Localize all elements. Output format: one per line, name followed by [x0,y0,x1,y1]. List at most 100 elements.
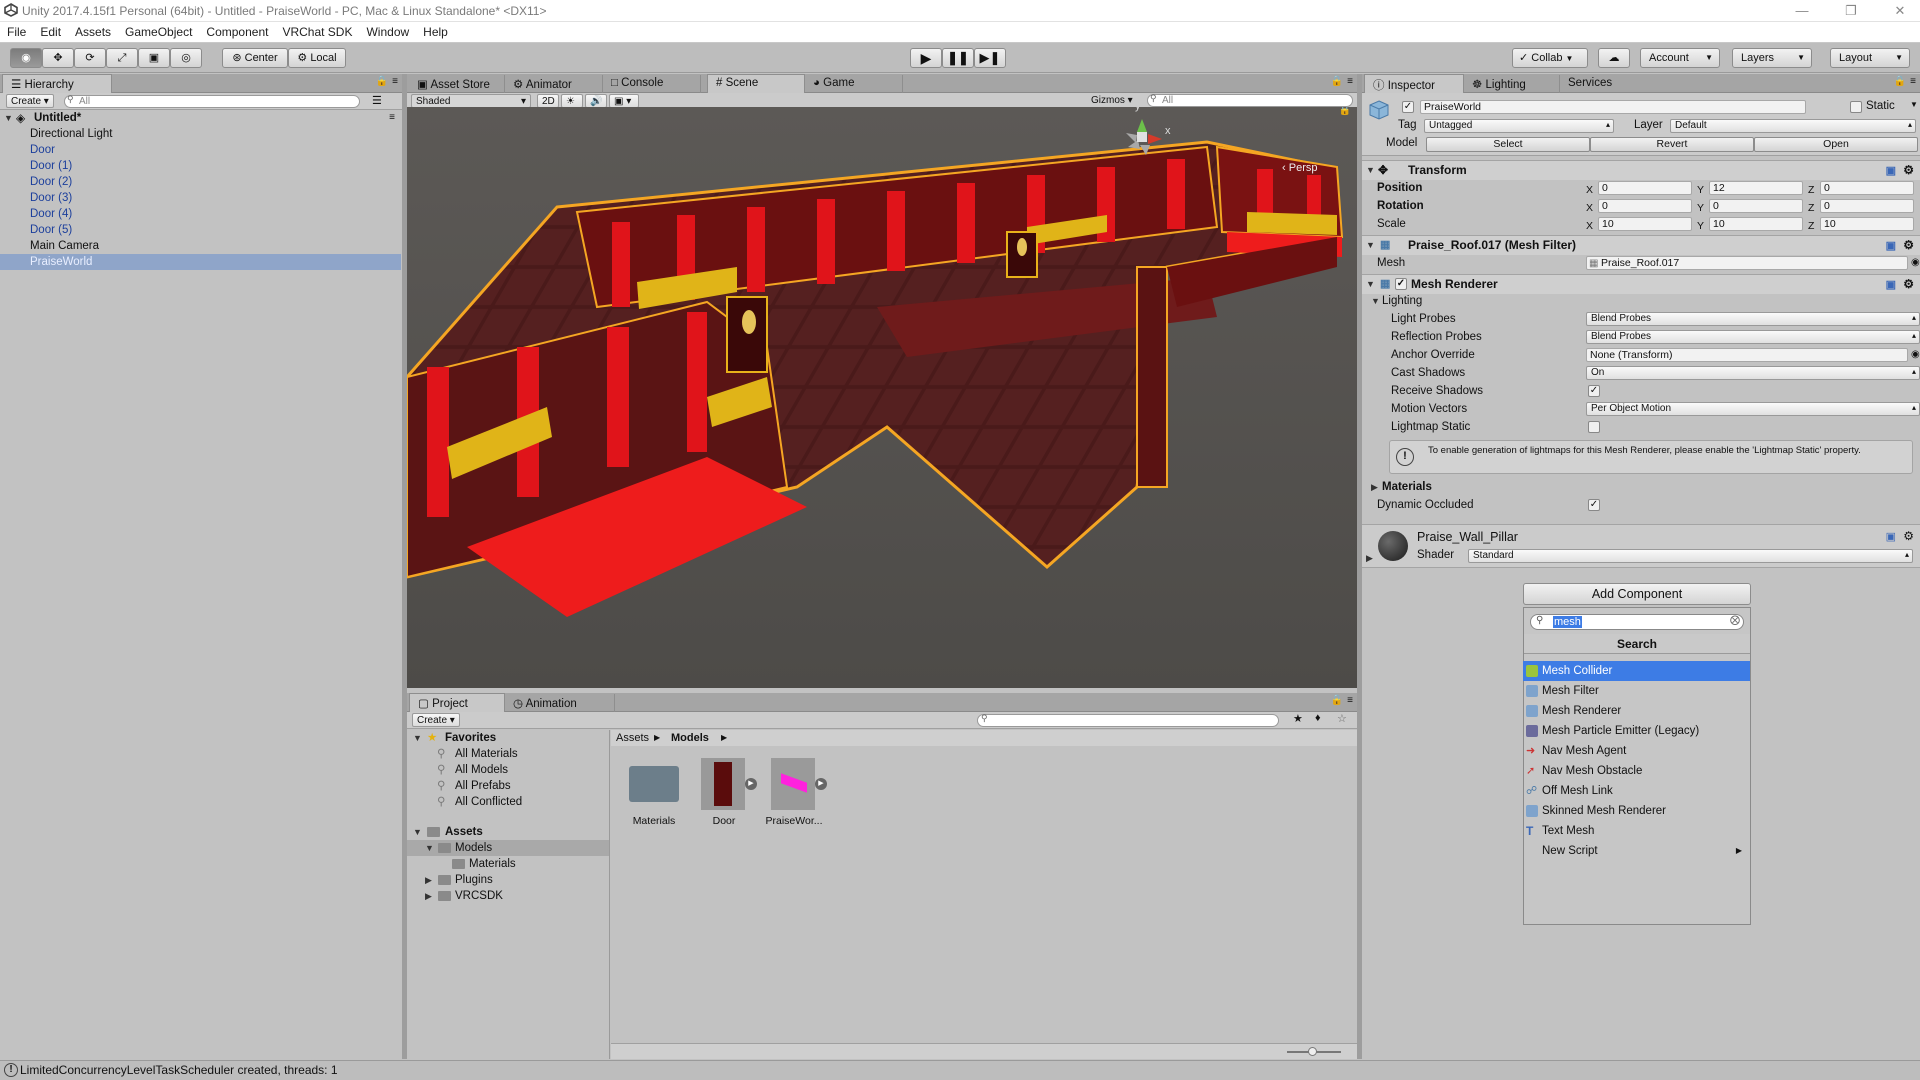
mesh-filter-header[interactable]: ▼ ▦ Praise_Roof.017 (Mesh Filter) ▣ ⚙ [1362,235,1920,255]
add-component-button[interactable]: Add Component [1523,583,1751,605]
hierarchy-search-input[interactable]: All [64,95,360,108]
restore-icon[interactable]: ❐ [1836,2,1866,20]
model-select-button[interactable]: Select [1426,137,1590,152]
layer-dropdown[interactable]: Default [1670,119,1916,133]
tab-asset-store[interactable]: ▣ Asset Store [409,75,505,93]
collab-button[interactable]: ✓ Collab ▼ [1512,48,1588,68]
asset-praiseworld[interactable]: ▶ PraiseWor... [761,758,827,830]
label-icon[interactable]: ♦ [1315,712,1321,724]
asset-materials-folder[interactable]: Materials [627,760,681,830]
breadcrumb-assets[interactable]: Assets [616,730,649,746]
mesh-renderer-header[interactable]: ▼ ▦ ✓ Mesh Renderer ▣ ⚙ [1362,274,1920,294]
lock-icon[interactable]: 🔒 [1339,107,1351,116]
hierarchy-item-main-camera[interactable]: Main Camera [0,238,401,254]
tab-scene[interactable]: # Scene [707,74,805,94]
shading-mode-dropdown[interactable]: Shaded ▾ [411,94,531,108]
scale-z-field[interactable]: 10 [1820,217,1914,231]
dropdown-arrow-icon[interactable]: ▼ [1910,100,1918,109]
expand-arrow-icon[interactable]: ▶ [815,778,827,790]
2d-toggle[interactable]: 2D [537,94,559,108]
expand-arrow-icon[interactable]: ▼ [1371,292,1380,310]
rotation-y-field[interactable]: 0 [1709,199,1803,213]
component-option-mesh-renderer[interactable]: Mesh Renderer [1523,701,1750,721]
component-option-text-mesh[interactable]: T Text Mesh [1523,821,1750,841]
object-picker-icon[interactable]: ◉ [1911,346,1920,364]
shader-dropdown[interactable]: Standard [1468,549,1913,563]
expand-arrow-icon[interactable]: ▼ [413,824,422,840]
model-revert-button[interactable]: Revert [1590,137,1754,152]
transform-tool-button[interactable]: ◎ [170,48,202,68]
tab-inspector[interactable]: ⓘ Inspector [1364,74,1464,94]
component-option-skinned-mesh-renderer[interactable]: Skinned Mesh Renderer [1523,801,1750,821]
lightmap-static-checkbox[interactable] [1588,421,1600,433]
tree-item-materials[interactable]: Materials [407,856,609,872]
expand-arrow-icon[interactable]: ▼ [425,840,434,856]
audio-toggle[interactable]: 🔊 [585,94,607,108]
menu-help[interactable]: Help [416,22,455,39]
clear-search-icon[interactable]: ⨂ [1730,615,1740,626]
receive-shadows-checkbox[interactable]: ✓ [1588,385,1600,397]
anchor-override-field[interactable]: None (Transform) [1586,348,1908,362]
menu-gameobject[interactable]: GameObject [118,22,199,39]
account-dropdown[interactable]: Account ▼ [1640,48,1720,68]
hierarchy-item-door-4[interactable]: Door (4) [0,206,401,222]
layers-dropdown[interactable]: Layers ▼ [1732,48,1812,68]
lighting-foldout[interactable]: ▼ Lighting [1367,292,1920,310]
component-option-new-script[interactable]: New Script ▶ [1523,841,1750,861]
active-checkbox[interactable]: ✓ [1402,101,1414,113]
pivot-center-button[interactable]: ⊛ Center [222,48,288,68]
project-create-button[interactable]: Create ▾ [412,713,460,727]
tab-lighting[interactable]: ☸ Lighting [1464,75,1560,93]
menu-file[interactable]: File [0,22,33,39]
position-z-field[interactable]: 0 [1820,181,1914,195]
scene-menu-icon[interactable]: ≡ [389,110,395,126]
menu-assets[interactable]: Assets [68,22,118,39]
tab-game[interactable]: ◕ Game [805,75,903,93]
hierarchy-item-door-5[interactable]: Door (5) [0,222,401,238]
space-local-button[interactable]: ⚙ Local [288,48,346,68]
position-y-field[interactable]: 12 [1709,181,1803,195]
close-icon[interactable]: ✕ [1885,2,1915,20]
collapse-arrow-icon[interactable]: ▶ [1366,553,1373,564]
motion-vectors-dropdown[interactable]: Per Object Motion [1586,402,1920,416]
favorites-header[interactable]: ▼ ★ Favorites [411,730,609,746]
minimize-icon[interactable]: — [1787,2,1817,20]
panel-menu-icon[interactable]: ≡ [1910,76,1916,87]
component-option-mesh-filter[interactable]: Mesh Filter [1523,681,1750,701]
collapse-arrow-icon[interactable]: ▶ [425,888,432,904]
position-x-field[interactable]: 0 [1598,181,1692,195]
project-search-input[interactable] [977,714,1279,727]
tree-item-models[interactable]: ▼ Models [407,840,609,856]
object-name-field[interactable]: PraiseWorld [1420,100,1806,114]
rotation-x-field[interactable]: 0 [1598,199,1692,213]
zoom-slider-handle[interactable] [1308,1047,1317,1056]
tab-animator[interactable]: ⚙ Animator [505,75,603,93]
status-bar[interactable]: ! LimitedConcurrencyLevelTaskScheduler c… [0,1060,1920,1080]
scale-y-field[interactable]: 10 [1709,217,1803,231]
object-picker-icon[interactable]: ◉ [1911,254,1920,272]
mesh-renderer-enabled-checkbox[interactable]: ✓ [1395,278,1407,290]
tab-console[interactable]: □ Console [603,75,701,93]
hierarchy-item-door-3[interactable]: Door (3) [0,190,401,206]
component-option-nav-mesh-obstacle[interactable]: ➚ Nav Mesh Obstacle [1523,761,1750,781]
sort-icon[interactable]: ☰ [372,94,382,107]
hand-tool-button[interactable]: ◉ [10,48,42,68]
light-probes-dropdown[interactable]: Blend Probes [1586,312,1920,326]
panel-menu-icon[interactable]: ≡ [1347,695,1353,706]
rotation-z-field[interactable]: 0 [1820,199,1914,213]
collapse-arrow-icon[interactable]: ▶ [425,872,432,888]
expand-arrow-icon[interactable]: ▼ [4,110,13,126]
model-open-button[interactable]: Open [1754,137,1918,152]
cast-shadows-dropdown[interactable]: On [1586,366,1920,380]
tab-animation[interactable]: ◷ Animation [505,694,615,712]
asset-door[interactable]: ▶ Door [693,758,757,830]
filter-type-icon[interactable]: ★ [1293,712,1303,725]
tab-hierarchy[interactable]: ☰ Hierarchy [2,74,112,94]
play-button[interactable]: ▶ [910,48,942,68]
step-button[interactable]: ▶❚ [974,48,1006,68]
transform-header[interactable]: ▼ ✥ Transform ▣ ⚙ [1362,160,1920,180]
rect-tool-button[interactable]: ▣ [138,48,170,68]
tag-dropdown[interactable]: Untagged [1424,119,1614,133]
static-checkbox[interactable] [1850,101,1862,113]
hierarchy-item-directional-light[interactable]: Directional Light [0,126,401,142]
